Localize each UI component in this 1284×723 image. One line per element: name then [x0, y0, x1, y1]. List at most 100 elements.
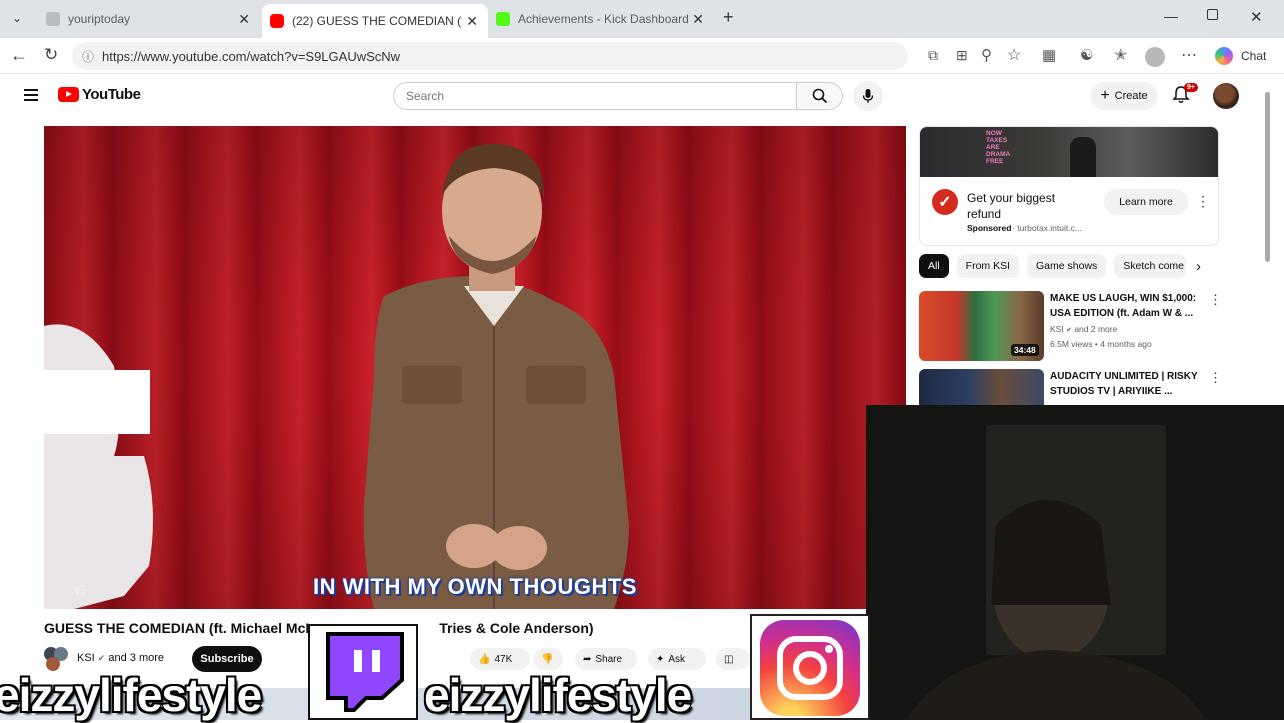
browser-essentials-icon[interactable]: ☯ — [1080, 46, 1093, 64]
voice-search-button[interactable] — [853, 81, 883, 111]
video-player[interactable]: ☜ — [44, 126, 906, 609]
search-input[interactable]: Search — [393, 82, 797, 110]
verified-check-icon: ✔ — [1066, 327, 1072, 334]
more-menu-icon[interactable]: ⋯ — [1181, 45, 1197, 65]
video-thumbnail: 34:48 — [919, 291, 1044, 361]
back-icon[interactable]: ← — [10, 45, 28, 66]
chip-sketch-comedy[interactable]: Sketch come — [1114, 254, 1187, 278]
youtube-logo[interactable]: YouTube — [58, 86, 141, 103]
tab-title: Achievements - Kick Dashboard — [518, 12, 689, 26]
chips-next-chevron-icon[interactable]: › — [1196, 258, 1201, 275]
close-window-icon[interactable]: ✕ — [1250, 8, 1263, 26]
webcam-frame — [866, 405, 1284, 720]
tab-youriptoday[interactable]: youriptoday ✕ — [38, 4, 260, 34]
share-icon: ➦ — [583, 653, 592, 665]
tab-kick-dashboard[interactable]: Achievements - Kick Dashboard ✕ — [488, 4, 714, 34]
browser-tab-bar: ⌄ youriptoday ✕ (22) GUESS THE COMEDIAN … — [0, 0, 1284, 38]
new-tab-icon[interactable]: + — [723, 7, 734, 28]
sponsored-ad-card[interactable]: NOW TAXES ARE DRAMA FREE ✓ Get your bigg… — [919, 126, 1219, 246]
recommended-video-meta: 6.5M views • 4 months ago — [1050, 339, 1152, 349]
save-button[interactable]: ◫ — [716, 648, 750, 670]
copilot-vision-icon[interactable]: ⧉ — [928, 47, 938, 64]
video-duration: 34:48 — [1011, 344, 1039, 356]
copilot-icon[interactable] — [1215, 47, 1233, 65]
hamburger-menu-icon[interactable] — [24, 89, 38, 101]
profile-avatar[interactable] — [1145, 47, 1165, 67]
youtube-wordmark: YouTube — [82, 86, 141, 103]
restore-icon[interactable] — [1207, 9, 1218, 20]
video-menu-icon[interactable]: ⋮ — [1209, 370, 1222, 386]
recommended-channel: KSI — [1050, 324, 1064, 334]
turbotax-check-icon: ✓ — [932, 189, 958, 215]
tab-title: youriptoday — [68, 12, 131, 26]
ask-label: Ask — [668, 653, 686, 665]
subscribe-label: Subscribe — [200, 653, 254, 665]
site-info-icon[interactable]: ⓘ — [82, 48, 94, 65]
thumbs-down-icon: 👎 — [541, 653, 554, 665]
channel-info[interactable]: KSI ✔ and 3 more — [77, 652, 164, 664]
favorites-icon[interactable]: ✭ — [1114, 45, 1127, 65]
filter-chips: All From KSI Game shows Sketch come — [919, 254, 1187, 280]
close-tab-icon[interactable]: ✕ — [466, 13, 478, 30]
chip-all[interactable]: All — [919, 254, 949, 278]
close-tab-icon[interactable]: ✕ — [692, 11, 704, 28]
sparkle-icon: ✦ — [656, 653, 665, 665]
minimize-icon[interactable]: — — [1164, 8, 1178, 24]
ask-button[interactable]: ✦ Ask — [648, 648, 706, 670]
search-button[interactable] — [797, 82, 843, 110]
twitch-glitch-icon — [326, 632, 404, 712]
recommended-video-title: AUDACITY UNLIMITED | RISKY STUDIOS TV | … — [1050, 371, 1198, 397]
chat-label[interactable]: Chat — [1241, 49, 1266, 63]
refresh-icon[interactable]: ↻ — [44, 45, 58, 65]
recommended-video[interactable]: 34:48 MAKE US LAUGH, WIN $1,000: USA EDI… — [919, 291, 1279, 363]
create-button[interactable]: + Create — [1090, 82, 1158, 110]
ad-domain-row: · turbotax.intuit.c... — [1012, 223, 1082, 233]
tab-list-chevron-icon[interactable]: ⌄ — [12, 11, 22, 25]
account-avatar[interactable] — [1213, 83, 1239, 109]
share-label: Share — [595, 653, 623, 665]
create-label: Create — [1114, 90, 1148, 102]
kick-favicon-icon — [496, 12, 510, 26]
page-icon — [46, 12, 60, 26]
search-placeholder: Search — [406, 89, 445, 103]
streamer-handle-left: eizzylifestyle — [0, 668, 263, 722]
tab-youtube-video[interactable]: (22) GUESS THE COMEDIAN (ft. M ✕ — [262, 4, 488, 38]
recommended-video[interactable]: AUDACITY UNLIMITED | RISKY STUDIOS TV | … — [919, 369, 1279, 405]
youtube-play-icon — [58, 87, 79, 102]
chip-game-shows[interactable]: Game shows — [1027, 254, 1107, 278]
page-scrollbar[interactable] — [1265, 92, 1270, 262]
instagram-icon — [760, 620, 860, 716]
recommended-video-title: MAKE US LAUGH, WIN $1,000: USA EDITION (… — [1050, 293, 1197, 319]
ad-headline: Get your biggest refund — [967, 191, 1056, 221]
bookmark-icon: ◫ — [724, 653, 734, 665]
like-count: 47K — [494, 653, 513, 665]
ad-menu-icon[interactable]: ⋮ — [1196, 193, 1210, 210]
share-button[interactable]: ➦ Share — [575, 648, 637, 670]
youtube-favicon-icon — [270, 14, 284, 28]
dislike-button[interactable]: 👎 — [533, 648, 563, 670]
tab-title: (22) GUESS THE COMEDIAN (ft. M — [292, 14, 462, 28]
zoom-icon[interactable]: ⚲ — [981, 46, 992, 64]
streamer-handle-right: eizzylifestyle — [423, 668, 693, 722]
video-frame — [44, 126, 906, 609]
close-tab-icon[interactable]: ✕ — [238, 11, 250, 28]
chip-from-ksi[interactable]: From KSI — [956, 254, 1020, 278]
like-button[interactable]: 👍 47K — [470, 648, 530, 670]
video-caption: IN WITH MY OWN THOUGHTS — [313, 574, 637, 599]
plus-icon: + — [1100, 87, 1110, 104]
ad-banner-image: NOW TAXES ARE DRAMA FREE — [920, 127, 1218, 177]
url-field[interactable]: ⓘ https://www.youtube.com/watch?v=S9LGAU… — [72, 42, 908, 70]
video-title-end: Tries & Cole Anderson) — [439, 620, 594, 636]
recommended-channel-row: KSI ✔ and 2 more — [1050, 324, 1117, 334]
sponsored-label: Sponsored — [967, 223, 1012, 233]
favorite-star-icon[interactable]: ☆ — [1007, 45, 1021, 65]
extensions-icon[interactable]: ▦ — [1042, 46, 1056, 64]
ad-banner-text: NOW TAXES ARE DRAMA FREE — [986, 130, 1010, 165]
app-available-icon[interactable]: ⊞ — [956, 47, 968, 64]
video-thumbnail — [919, 369, 1044, 405]
verified-check-icon: ✔ — [97, 653, 106, 663]
video-menu-icon[interactable]: ⋮ — [1209, 292, 1222, 308]
learn-more-button[interactable]: Learn more — [1104, 189, 1188, 215]
address-toolbar: ← ↻ ⓘ https://www.youtube.com/watch?v=S9… — [0, 38, 1284, 74]
twitch-logo — [308, 624, 418, 720]
